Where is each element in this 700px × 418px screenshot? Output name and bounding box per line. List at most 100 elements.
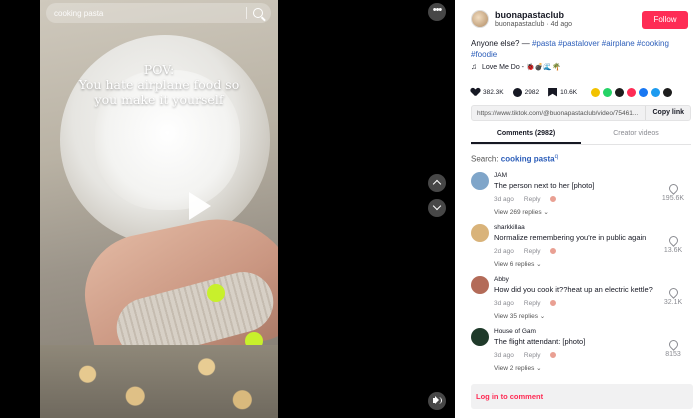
comment-action[interactable]: 2982 — [512, 87, 540, 97]
share-icon[interactable] — [603, 87, 613, 97]
save-action[interactable]: 10.6K — [548, 87, 577, 97]
author-subtitle: buonapastaclub · 4d ago — [495, 21, 573, 28]
play-icon[interactable] — [189, 192, 211, 220]
share-icon[interactable] — [639, 87, 649, 97]
search-suggestion[interactable]: Search: cooking pastaq — [471, 154, 558, 164]
comment-item: Abby How did you cook it??heat up an ele… — [471, 276, 696, 328]
search-icon[interactable] — [253, 8, 263, 18]
comment-like[interactable]: 32.1K — [658, 286, 688, 306]
reply-button[interactable]: Reply — [524, 300, 541, 307]
link-box: https://www.tiktok.com/@buonapastaclub/v… — [471, 105, 691, 121]
like-action[interactable]: 382.3K — [471, 88, 504, 97]
share-icon[interactable] — [591, 87, 601, 97]
avatar[interactable] — [471, 10, 489, 28]
comment-item: sharkkillaa Normalize remembering you're… — [471, 224, 696, 276]
comment-item: House of Gam The flight attendant: [phot… — [471, 328, 696, 380]
comment-like-count: 13.6K — [663, 247, 683, 254]
author-block[interactable]: buonapastaclub buonapastaclub · 4d ago — [471, 10, 572, 28]
share-icon[interactable] — [627, 87, 637, 97]
comment-avatar[interactable] — [471, 328, 489, 346]
comment-user[interactable]: Abby — [494, 276, 664, 283]
description-text: Anyone else? — — [471, 39, 532, 48]
comment-icon[interactable] — [512, 87, 522, 97]
comment-like[interactable]: 8153 — [658, 338, 688, 358]
more-options-button[interactable]: ••• — [428, 3, 446, 21]
comment-user[interactable]: JAM — [494, 172, 664, 179]
comment-text: The flight attendant: [photo] — [494, 337, 586, 346]
view-replies-button[interactable]: View 35 replies ⌄ — [494, 312, 664, 320]
heart-icon[interactable] — [471, 88, 480, 97]
creator-liked-avatar — [548, 351, 557, 359]
creator-liked-avatar — [548, 247, 557, 255]
reply-button[interactable]: Reply — [524, 196, 541, 203]
search-term[interactable]: cooking pasta — [501, 155, 555, 164]
details-panel: buonapastaclub buonapastaclub · 4d ago F… — [455, 0, 700, 418]
speaker-icon — [433, 398, 436, 403]
post-description: Anyone else? — #pasta #pastalover #airpl… — [471, 38, 691, 60]
search-divider — [246, 7, 247, 19]
music-title[interactable]: Love Me Do - 🐞💣🌊🌴 — [482, 63, 561, 71]
share-icon[interactable] — [651, 87, 661, 97]
app-root: POV: You hate airplane food so you make … — [0, 0, 700, 418]
comment-list: JAM The person next to her [photo] 3d ag… — [471, 172, 696, 380]
share-icon[interactable] — [615, 87, 625, 97]
heart-outline-icon[interactable] — [666, 286, 680, 299]
copy-link-button[interactable]: Copy link — [645, 106, 690, 120]
creator-liked-avatar — [548, 195, 557, 203]
heart-outline-icon[interactable] — [666, 338, 680, 351]
comment-like-count: 32.1K — [663, 299, 683, 306]
comment-user[interactable]: sharkkillaa — [494, 224, 664, 231]
comment-time: 3d ago — [494, 195, 514, 203]
tab-creator-videos[interactable]: Creator videos — [581, 127, 691, 144]
comment-text: The person next to her [photo] — [494, 181, 595, 190]
comment-like[interactable]: 13.6K — [658, 234, 688, 254]
view-replies-button[interactable]: View 6 replies ⌄ — [494, 260, 664, 268]
login-bar: Log in to comment — [471, 384, 693, 409]
video-url[interactable]: https://www.tiktok.com/@buonapastaclub/v… — [472, 110, 645, 117]
comment-avatar[interactable] — [471, 224, 489, 242]
comment-count: 2982 — [524, 88, 540, 96]
comment-like-count: 195.6K — [661, 195, 685, 202]
comment-like[interactable]: 195.6K — [658, 182, 688, 202]
previous-video-button[interactable] — [428, 174, 446, 192]
view-replies-button[interactable]: View 269 replies ⌄ — [494, 208, 664, 216]
reply-button[interactable]: Reply — [524, 352, 541, 359]
comment-like-count: 8153 — [665, 351, 681, 358]
share-icons — [588, 87, 673, 97]
chevron-down-icon — [432, 201, 442, 211]
author-name[interactable]: buonapastaclub — [495, 10, 572, 20]
comment-time: 3d ago — [494, 351, 514, 359]
comment-avatar[interactable] — [471, 172, 489, 190]
video-stage: POV: You hate airplane food so you make … — [0, 0, 455, 418]
pasta-area — [40, 345, 278, 418]
music-link[interactable]: ♫ Love Me Do - 🐞💣🌊🌴 — [471, 62, 561, 71]
comment-text: How did you cook it??heat up an electric… — [494, 285, 653, 294]
heart-outline-icon[interactable] — [666, 234, 680, 247]
search-prefix: Search: — [471, 154, 501, 164]
comment-avatar[interactable] — [471, 276, 489, 294]
hashtags[interactable]: #pasta #pastalover #airplane #cooking — [532, 39, 669, 48]
login-to-comment-link[interactable]: Log in to comment — [476, 392, 543, 401]
video-player[interactable]: POV: You hate airplane food so you make … — [40, 0, 278, 418]
comment-item: JAM The person next to her [photo] 3d ag… — [471, 172, 696, 224]
comment-user[interactable]: House of Gam — [494, 328, 664, 335]
action-bar: 382.3K 2982 10.6K — [471, 86, 691, 98]
search-query[interactable]: cooking pasta — [54, 9, 240, 18]
next-video-button[interactable] — [428, 199, 446, 217]
tab-comments[interactable]: Comments (2982) — [471, 127, 581, 144]
volume-button[interactable] — [428, 392, 446, 410]
reply-button[interactable]: Reply — [524, 248, 541, 255]
like-count: 382.3K — [483, 88, 504, 96]
nail — [207, 284, 225, 302]
video-caption: POV: You hate airplane food so you make … — [40, 62, 278, 107]
bookmark-icon[interactable] — [548, 87, 558, 97]
music-note-icon: ♫ — [471, 62, 477, 71]
view-replies-button[interactable]: View 2 replies ⌄ — [494, 364, 664, 372]
caption-line: You hate airplane food so — [78, 77, 240, 92]
video-search-bar[interactable]: cooking pasta — [46, 3, 271, 23]
hashtags[interactable]: #foodie — [471, 50, 497, 59]
heart-outline-icon[interactable] — [666, 182, 680, 195]
share-icon[interactable] — [663, 87, 673, 97]
caption-line: you make it yourself — [94, 92, 224, 107]
follow-button[interactable]: Follow — [642, 11, 688, 29]
